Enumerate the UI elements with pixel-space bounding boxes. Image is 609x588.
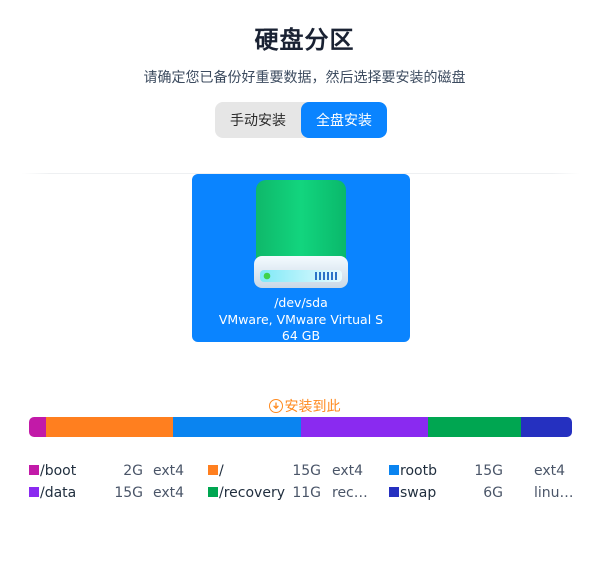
legend-partition-size: 15G xyxy=(474,463,503,479)
manual-install-tab[interactable]: 手动安装 xyxy=(215,102,301,138)
partition-segment[interactable] xyxy=(521,417,572,437)
disk-size: 64 GB xyxy=(281,328,321,343)
legend-swatch xyxy=(208,487,218,497)
legend-item: swap 6G linu… xyxy=(389,485,574,504)
legend-partition-name: /data xyxy=(40,485,77,501)
legend-partition-name: / xyxy=(219,463,224,479)
partition-segment[interactable] xyxy=(427,417,522,437)
disk-card-sda[interactable]: /dev/sda VMware, VMware Virtual S 64 GB xyxy=(192,174,410,343)
legend-partition-fs: ext4 xyxy=(153,485,185,501)
legend-partition-size: 2G xyxy=(123,463,143,479)
legend-swatch xyxy=(389,487,399,497)
full-disk-install-tab[interactable]: 全盘安装 xyxy=(301,102,387,138)
legend-partition-size: 15G xyxy=(114,485,143,501)
partition-segment[interactable] xyxy=(29,417,46,437)
legend-partition-fs: ext4 xyxy=(153,463,185,479)
legend-partition-size: 11G xyxy=(292,485,321,501)
legend-partition-name: /recovery xyxy=(219,485,285,501)
legend-item: rootb 15G ext4 xyxy=(389,463,569,482)
legend-partition-name: /boot xyxy=(40,463,77,479)
legend-item: / 15G ext4 xyxy=(208,463,388,482)
page-subtitle: 请确定您已备份好重要数据，然后选择要安装的磁盘 xyxy=(143,70,466,86)
legend-swatch xyxy=(29,487,39,497)
legend-swatch xyxy=(29,465,39,475)
partition-segment[interactable] xyxy=(300,417,428,437)
legend-item: /data 15G ext4 xyxy=(29,485,209,504)
partition-segment[interactable] xyxy=(45,417,174,437)
legend-item: /recovery 11G rec… xyxy=(208,485,388,504)
legend-partition-fs: ext4 xyxy=(534,463,566,479)
install-mode-switch[interactable]: 手动安装 全盘安装 xyxy=(215,102,387,138)
legend-item: /boot 2G ext4 xyxy=(29,463,209,482)
legend-partition-fs: ext4 xyxy=(332,463,364,479)
download-circle-icon xyxy=(268,399,283,413)
legend-swatch xyxy=(208,465,218,475)
disk-model: VMware, VMware Virtual S xyxy=(218,312,384,327)
legend-partition-size: 15G xyxy=(292,463,321,479)
legend-partition-size: 6G xyxy=(483,485,503,501)
hard-drive-icon xyxy=(254,180,348,288)
legend-partition-name: rootb xyxy=(400,463,437,479)
partition-segment[interactable] xyxy=(173,417,301,437)
install-here-marker: 安装到此 xyxy=(0,396,609,416)
legend-partition-fs: rec… xyxy=(332,485,368,501)
partition-bar[interactable] xyxy=(29,417,572,437)
install-here-label: 安装到此 xyxy=(284,399,341,415)
legend-partition-name: swap xyxy=(400,485,437,501)
legend-swatch xyxy=(389,465,399,475)
disk-path: /dev/sda xyxy=(274,295,328,310)
legend-partition-fs: linu… xyxy=(534,485,574,501)
page-title: 硬盘分区 xyxy=(254,26,355,54)
